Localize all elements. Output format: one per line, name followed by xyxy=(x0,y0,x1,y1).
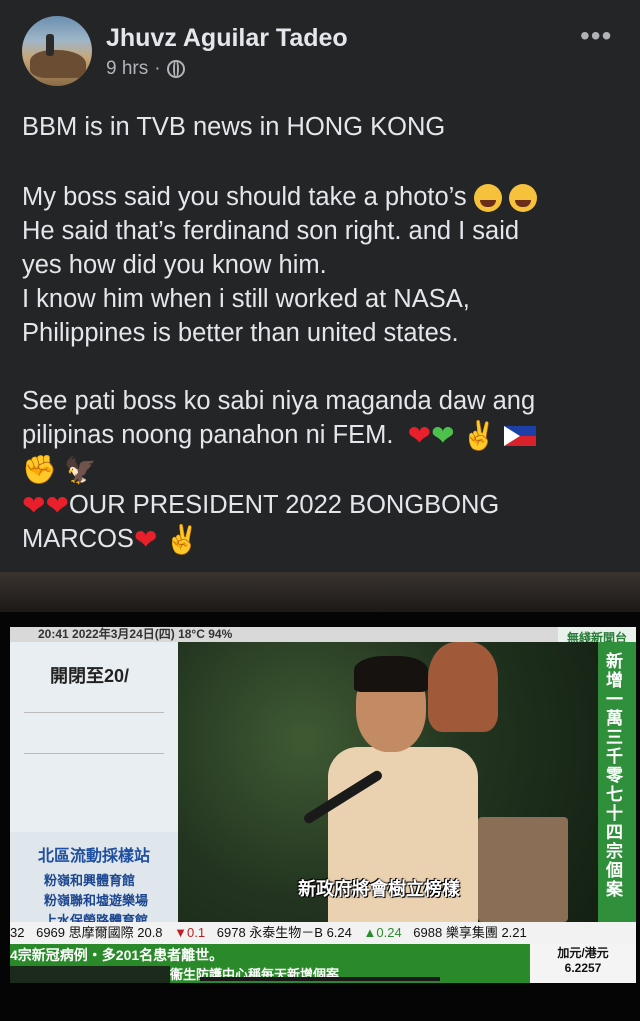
post-line: He said that’s ferdinand son right. and … xyxy=(22,217,520,245)
tv-screen: 20:41 2022年3月24日(四) 18°C 94% 無綫新聞台 開閉至20… xyxy=(10,627,636,983)
tv-vertical-text: 新增一萬三千零七十四宗個案 xyxy=(606,652,623,899)
stock-item: 6969 思摩爾國際 20.8 xyxy=(36,925,163,940)
tv-testing-item: 粉嶺和興體育館 xyxy=(44,873,136,888)
post-line: ✊ 🦅 xyxy=(22,452,96,487)
post-line-text: MARCOS xyxy=(22,525,134,553)
post-line: BBM is in TVB news in HONG KONG xyxy=(22,113,446,141)
fx-label: 加元/港元 xyxy=(557,946,609,960)
avatar-rock xyxy=(30,50,86,78)
fx-value: 6.2257 xyxy=(564,961,602,975)
tv-date-bar: 20:41 2022年3月24日(四) 18°C 94% xyxy=(10,627,636,642)
hug-face-icon xyxy=(473,184,502,213)
tv-map-lines xyxy=(24,712,164,793)
tv-testing-heading: 北區流動採樣站 xyxy=(38,848,151,865)
stock-item: 6988 樂享集團 2.21 xyxy=(413,925,527,940)
news-ticker: 4宗新冠病例・多201名患者離世。 xyxy=(10,944,530,966)
post-line: pilipinas noong panahon ni FEM. ❤❤ ✌ xyxy=(22,418,536,453)
post-line: I know him when i still worked at NASA, xyxy=(22,285,470,313)
post-line-text: pilipinas noong panahon ni FEM. xyxy=(22,421,394,449)
fx-rate-box: 加元/港元 6.2257 xyxy=(530,944,636,983)
grin-sweat-icon xyxy=(508,184,537,213)
red-heart-icon: ❤ xyxy=(45,490,69,522)
facebook-post: Jhuvz Aguilar Tadeo 9 hrs · ••• BBM is i… xyxy=(0,0,640,572)
red-heart-icon: ❤ xyxy=(133,524,158,556)
stock-item: 32 xyxy=(10,925,25,940)
speaker-hair xyxy=(354,656,428,692)
post-time[interactable]: 9 hrs xyxy=(106,58,148,80)
meta-separator: · xyxy=(154,58,161,79)
stock-ticker: 32 6969 思摩爾國際 20.8 ▼0.1 6978 永泰生物－B 6.24… xyxy=(10,922,636,944)
philippine-flag-icon xyxy=(503,426,536,447)
red-heart-icon: ❤ xyxy=(22,490,46,522)
red-heart-icon: ❤ xyxy=(407,420,432,452)
post-line: ❤❤OUR PRESIDENT 2022 BONGBONG xyxy=(22,488,499,522)
more-options-icon[interactable]: ••• xyxy=(580,20,612,52)
avatar-figure xyxy=(46,34,54,56)
victory-hand-icon: ✌ xyxy=(461,420,497,452)
podium xyxy=(478,817,568,922)
tv-left-title: 開閉至20/ xyxy=(50,666,130,686)
post-line: My boss said you should take a photo’s xyxy=(22,180,537,214)
tv-photo[interactable]: 20:41 2022年3月24日(四) 18°C 94% 無綫新聞台 開閉至20… xyxy=(0,572,640,1021)
author-name[interactable]: Jhuvz Aguilar Tadeo xyxy=(106,24,348,53)
stock-item: 6978 永泰生物－B 6.24 xyxy=(216,925,352,940)
tv-testing-item: 粉嶺聯和墟遊樂場 xyxy=(44,893,149,908)
tv-left-panel: 開閉至20/ 北區流動採樣站 粉嶺和興體育館 粉嶺聯和墟遊樂場 上水保榮路體育館 xyxy=(10,642,178,928)
stock-change: ▼0.1 xyxy=(174,925,206,940)
globe-icon[interactable] xyxy=(166,60,185,78)
photo-wall xyxy=(0,572,640,612)
green-heart-icon: ❤ xyxy=(431,420,455,452)
post-line: yes how did you know him. xyxy=(22,251,327,279)
avatar[interactable] xyxy=(22,16,92,86)
post-meta: 9 hrs · xyxy=(106,58,185,80)
post-line: MARCOS❤ ✌ xyxy=(22,522,199,557)
post-line: Philippines is better than united states… xyxy=(22,319,459,347)
victory-hand-icon: ✌ xyxy=(164,524,200,556)
stock-change: ▲0.24 xyxy=(363,925,402,940)
post-line-text: My boss said you should take a photo’s xyxy=(22,183,467,211)
fist-icon: ✊ xyxy=(22,454,57,486)
eagle-icon: 🦅 xyxy=(63,455,97,486)
post-line-text: OUR PRESIDENT 2022 BONGBONG xyxy=(68,491,500,519)
tv-subtitle: 新政府將會樹立榜樣 xyxy=(298,879,460,899)
post-line: See pati boss ko sabi niya maganda daw a… xyxy=(22,387,536,415)
tv-stand xyxy=(200,977,440,981)
